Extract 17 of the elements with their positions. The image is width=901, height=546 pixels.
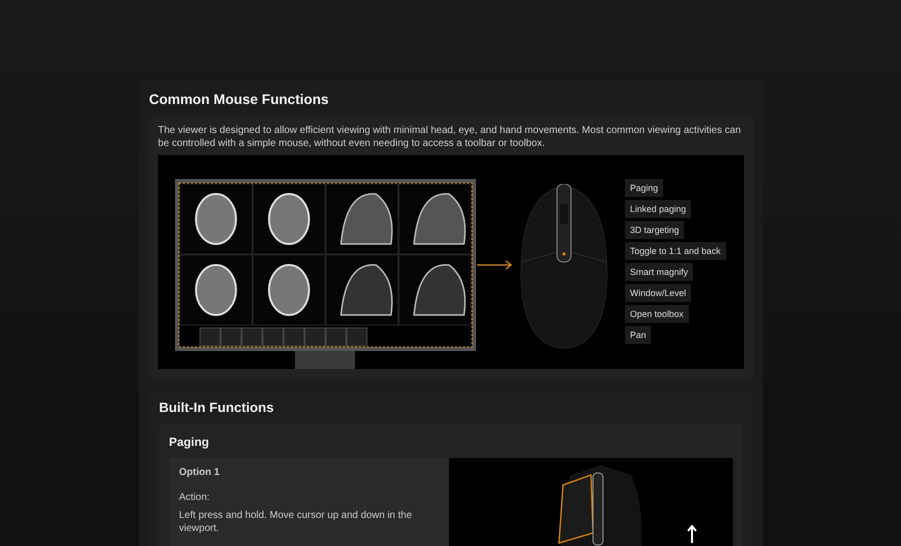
action-text: Left press and hold. Move cursor up and down in the viewport. [179, 509, 413, 535]
section-title: Built-In Functions [159, 399, 275, 416]
description-text: The viewer is designed to allow efficient viewing with minimal head, eye, and hand movements. Most common viewing activities can be controlled with a simple mouse, without even needing to access a toolbar or toolbox. [158, 125, 742, 150]
arrow-icon [477, 260, 513, 270]
function-label: Open toolbox [625, 305, 689, 323]
function-label: Smart magnify [625, 263, 694, 281]
section-title: Common Mouse Functions [149, 90, 330, 108]
function-label: Window/Level [625, 284, 692, 302]
group-title: Paging [169, 434, 210, 450]
option-title: Option 1 [179, 467, 221, 478]
up-arrow-icon [687, 525, 697, 543]
action-label: Action: [179, 492, 211, 503]
function-label: Toggle to 1:1 and back [625, 242, 726, 260]
function-label: 3D targeting [625, 221, 684, 239]
function-label: Pan [625, 326, 652, 344]
function-label: Paging [625, 179, 664, 197]
function-label: Linked paging [625, 200, 692, 218]
